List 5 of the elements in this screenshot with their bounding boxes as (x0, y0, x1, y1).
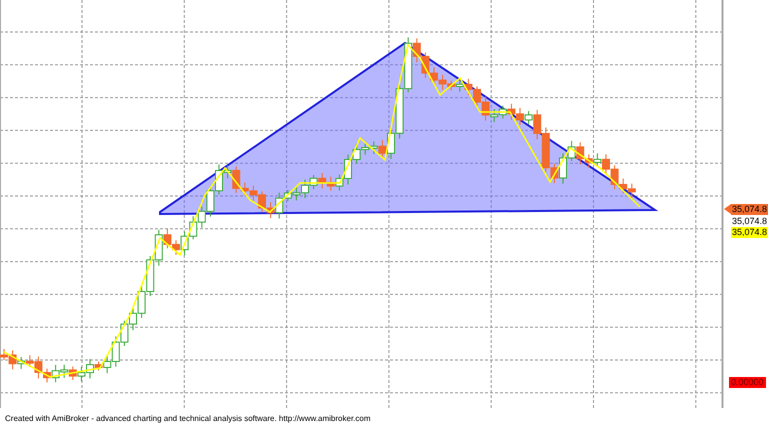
price-label: 35,074.8 (731, 227, 768, 238)
footer-credit: Created with AmiBroker - advanced charting and technical analysis software. http://www.amibroker.com (5, 414, 370, 423)
indicator-value-label: 0.00000 (729, 377, 766, 388)
price-label: 35,074.8 (731, 216, 768, 227)
price-label: 35,074.8 (731, 204, 768, 215)
